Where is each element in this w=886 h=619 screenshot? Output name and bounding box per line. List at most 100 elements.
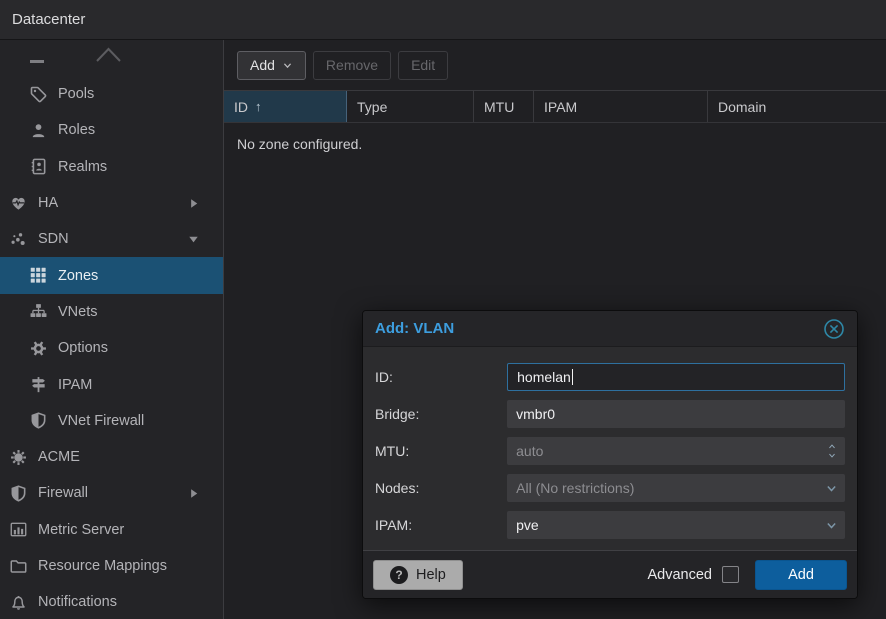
- tree-expanded-icon[interactable]: [186, 232, 201, 247]
- sidebar-item-roles[interactable]: Roles: [0, 112, 223, 148]
- clipped-item-fragment: [0, 40, 223, 76]
- sidebar: Pools Roles Realms HA SDN Zones VNets Options IP…: [0, 40, 224, 619]
- shield-icon: [10, 485, 27, 502]
- dialog-title: Add: VLAN: [375, 320, 823, 337]
- advanced-checkbox[interactable]: [722, 566, 739, 583]
- footer-actions: Advanced Add: [648, 560, 848, 590]
- dialog-header[interactable]: Add: VLAN: [363, 311, 857, 347]
- spinner-buttons[interactable]: [826, 437, 838, 465]
- sidebar-item-firewall[interactable]: Firewall: [0, 475, 223, 511]
- sidebar-item-label: Roles: [58, 122, 95, 138]
- sidebar-item-ha[interactable]: HA: [0, 185, 223, 221]
- chevron-down-icon: [825, 482, 838, 495]
- sidebar-item-notifications[interactable]: Notifications: [0, 584, 223, 619]
- ipam-combo[interactable]: pve: [507, 511, 845, 539]
- shield-icon: [30, 412, 47, 429]
- sidebar-item-label: HA: [38, 195, 58, 211]
- field-value: homelan: [517, 369, 571, 385]
- sidebar-item-label: Zones: [58, 268, 98, 284]
- sidebar-item-sdn[interactable]: SDN: [0, 221, 223, 257]
- field-row-mtu-spinner: MTU: auto: [373, 437, 845, 465]
- sidebar-item-resource-mappings[interactable]: Resource Mappings: [0, 548, 223, 584]
- dialog-footer: ? Help Advanced Add: [363, 550, 857, 598]
- sidebar-item-label: Metric Server: [38, 522, 124, 538]
- chart-bars-icon: [10, 521, 27, 538]
- field-row-id-input: ID:homelan: [373, 363, 845, 391]
- sidebar-item-label: Realms: [58, 159, 107, 175]
- column-header-ipam[interactable]: IPAM: [534, 91, 708, 122]
- column-header-mtu[interactable]: MTU: [474, 91, 534, 122]
- text-cursor: [572, 369, 574, 385]
- add-submit-label: Add: [788, 567, 814, 583]
- sidebar-item-vnets[interactable]: VNets: [0, 294, 223, 330]
- sidebar-item-label: Firewall: [38, 485, 88, 501]
- sidebar-item-pools[interactable]: Pools: [0, 76, 223, 112]
- column-header-type[interactable]: Type: [347, 91, 474, 122]
- field-placeholder: All (No restrictions): [516, 480, 634, 496]
- field-row-nodes-combo: Nodes: All (No restrictions): [373, 474, 845, 502]
- sidebar-item-label: Pools: [58, 86, 94, 102]
- field-value: vmbr0: [516, 406, 555, 422]
- add-button-label: Add: [250, 57, 275, 73]
- sitemap-icon: [30, 303, 47, 320]
- sidebar-item-label: ACME: [38, 449, 80, 465]
- sidebar-item-realms[interactable]: Realms: [0, 149, 223, 185]
- table-header: ID↑ Type MTU IPAM Domain: [224, 90, 886, 123]
- field-placeholder: auto: [516, 443, 543, 459]
- column-header-domain[interactable]: Domain: [708, 91, 886, 122]
- field-row-bridge-input: Bridge:vmbr0: [373, 400, 845, 428]
- column-label: IPAM: [544, 99, 577, 115]
- column-header-id[interactable]: ID↑: [224, 91, 347, 122]
- sidebar-item-options[interactable]: Options: [0, 330, 223, 366]
- folder-icon: [10, 558, 27, 575]
- chevron-up-icon: [96, 46, 121, 63]
- field-label: Nodes:: [373, 480, 507, 496]
- remove-button-label: Remove: [326, 57, 378, 73]
- tree-collapsed-icon[interactable]: [186, 196, 201, 211]
- sidebar-item-label: SDN: [38, 231, 69, 247]
- tree-collapsed-icon[interactable]: [186, 486, 201, 501]
- question-circle-icon: ?: [390, 566, 408, 584]
- chevron-down-icon: [282, 60, 293, 71]
- burst-icon: [10, 449, 27, 466]
- edit-button: Edit: [398, 51, 448, 80]
- sidebar-item-vnet-firewall[interactable]: VNet Firewall: [0, 403, 223, 439]
- combo-trigger[interactable]: [825, 474, 838, 502]
- column-label: MTU: [484, 99, 514, 115]
- empty-table-message: No zone configured.: [224, 123, 886, 165]
- combo-trigger[interactable]: [825, 511, 838, 539]
- bridge-input[interactable]: vmbr0: [507, 400, 845, 428]
- field-label: MTU:: [373, 443, 507, 459]
- proxmox-app: Datacenter Pools Roles Realms HA SDN Zones VNe…: [0, 0, 886, 619]
- column-label: Domain: [718, 99, 766, 115]
- sidebar-nav: Pools Roles Realms HA SDN Zones VNets Options IP…: [0, 76, 223, 619]
- field-value: pve: [516, 517, 539, 533]
- column-label: Type: [357, 99, 387, 115]
- sidebar-item-metric-server[interactable]: Metric Server: [0, 512, 223, 548]
- gear-icon: [30, 340, 47, 357]
- field-label: IPAM:: [373, 517, 507, 533]
- sidebar-item-acme[interactable]: ACME: [0, 439, 223, 475]
- edit-button-label: Edit: [411, 57, 435, 73]
- spinner-down-icon[interactable]: [826, 451, 838, 460]
- add-button[interactable]: Add: [237, 51, 306, 80]
- sidebar-item-label: IPAM: [58, 377, 92, 393]
- toolbar: Add Remove Edit: [224, 40, 886, 90]
- close-icon[interactable]: [823, 318, 845, 340]
- sidebar-item-ipam[interactable]: IPAM: [0, 366, 223, 402]
- sort-asc-icon: ↑: [255, 99, 262, 114]
- dialog-fields: ID:homelan Bridge:vmbr0 MTU: auto Nodes: All …: [363, 347, 857, 550]
- sidebar-item-label: Resource Mappings: [38, 558, 167, 574]
- sidebar-item-label: VNets: [58, 304, 98, 320]
- id-input[interactable]: homelan: [507, 363, 845, 391]
- help-button[interactable]: ? Help: [373, 560, 463, 590]
- add-submit-button[interactable]: Add: [755, 560, 847, 590]
- nodes-combo[interactable]: All (No restrictions): [507, 474, 845, 502]
- sidebar-item-label: VNet Firewall: [58, 413, 144, 429]
- mtu-spinner[interactable]: auto: [507, 437, 845, 465]
- top-header: Datacenter: [0, 0, 886, 40]
- address-book-icon: [30, 158, 47, 175]
- sidebar-item-zones[interactable]: Zones: [0, 257, 223, 293]
- spinner-up-icon[interactable]: [826, 442, 838, 451]
- bell-icon: [10, 594, 27, 611]
